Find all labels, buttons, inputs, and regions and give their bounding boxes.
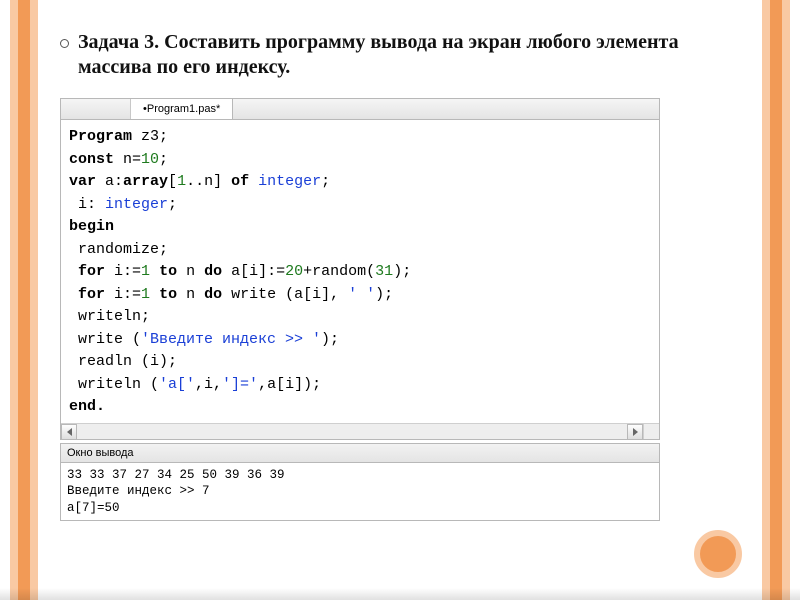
chevron-left-icon — [67, 428, 72, 436]
code-line: Program z3; — [69, 126, 651, 149]
decor-stripe-left-inner — [18, 0, 30, 600]
tab-label: •Program1.pas* — [143, 103, 220, 115]
ide-panel: •Program1.pas* Program z3; const n=10; v… — [60, 98, 660, 521]
editor-tabbar: •Program1.pas* — [60, 98, 660, 120]
code-line: write ('Введите индекс >> '); — [69, 329, 651, 352]
code-line: readln (i); — [69, 351, 651, 374]
code-line: var a:array[1..n] of integer; — [69, 171, 651, 194]
output-panel: 33 33 37 27 34 25 50 39 36 39 Введите ин… — [60, 463, 660, 521]
code-line: i: integer; — [69, 194, 651, 217]
scroll-right-button[interactable] — [627, 424, 643, 440]
code-line: for i:=1 to n do write (a[i], ' '); — [69, 284, 651, 307]
tab-gap — [61, 99, 131, 119]
output-line: Введите индекс >> 7 — [67, 484, 210, 498]
output-line: 33 33 37 27 34 25 50 39 36 39 — [67, 468, 285, 482]
code-line: writeln ('a[',i,']=',a[i]); — [69, 374, 651, 397]
code-line: end. — [69, 396, 651, 419]
decor-shadow — [0, 588, 800, 600]
code-line: writeln; — [69, 306, 651, 329]
code-line: begin — [69, 216, 651, 239]
code-line: for i:=1 to n do a[i]:=20+random(31); — [69, 261, 651, 284]
scroll-left-button[interactable] — [61, 424, 77, 440]
editor-tab[interactable]: •Program1.pas* — [131, 99, 233, 119]
code-line: randomize; — [69, 239, 651, 262]
tabbar-spacer — [233, 99, 659, 119]
task-heading: Задача 3. Составить программу вывода на … — [60, 30, 740, 80]
output-panel-title: Окно вывода — [60, 443, 660, 463]
scroll-corner — [643, 423, 659, 439]
slide-content: Задача 3. Составить программу вывода на … — [60, 30, 740, 521]
horizontal-scrollbar[interactable] — [61, 423, 643, 439]
decor-circle-icon — [694, 530, 742, 578]
code-line: const n=10; — [69, 149, 651, 172]
code-editor[interactable]: Program z3; const n=10; var a:array[1..n… — [60, 120, 660, 440]
output-line: a[7]=50 — [67, 501, 120, 515]
chevron-right-icon — [633, 428, 638, 436]
decor-stripe-right-inner — [770, 0, 782, 600]
